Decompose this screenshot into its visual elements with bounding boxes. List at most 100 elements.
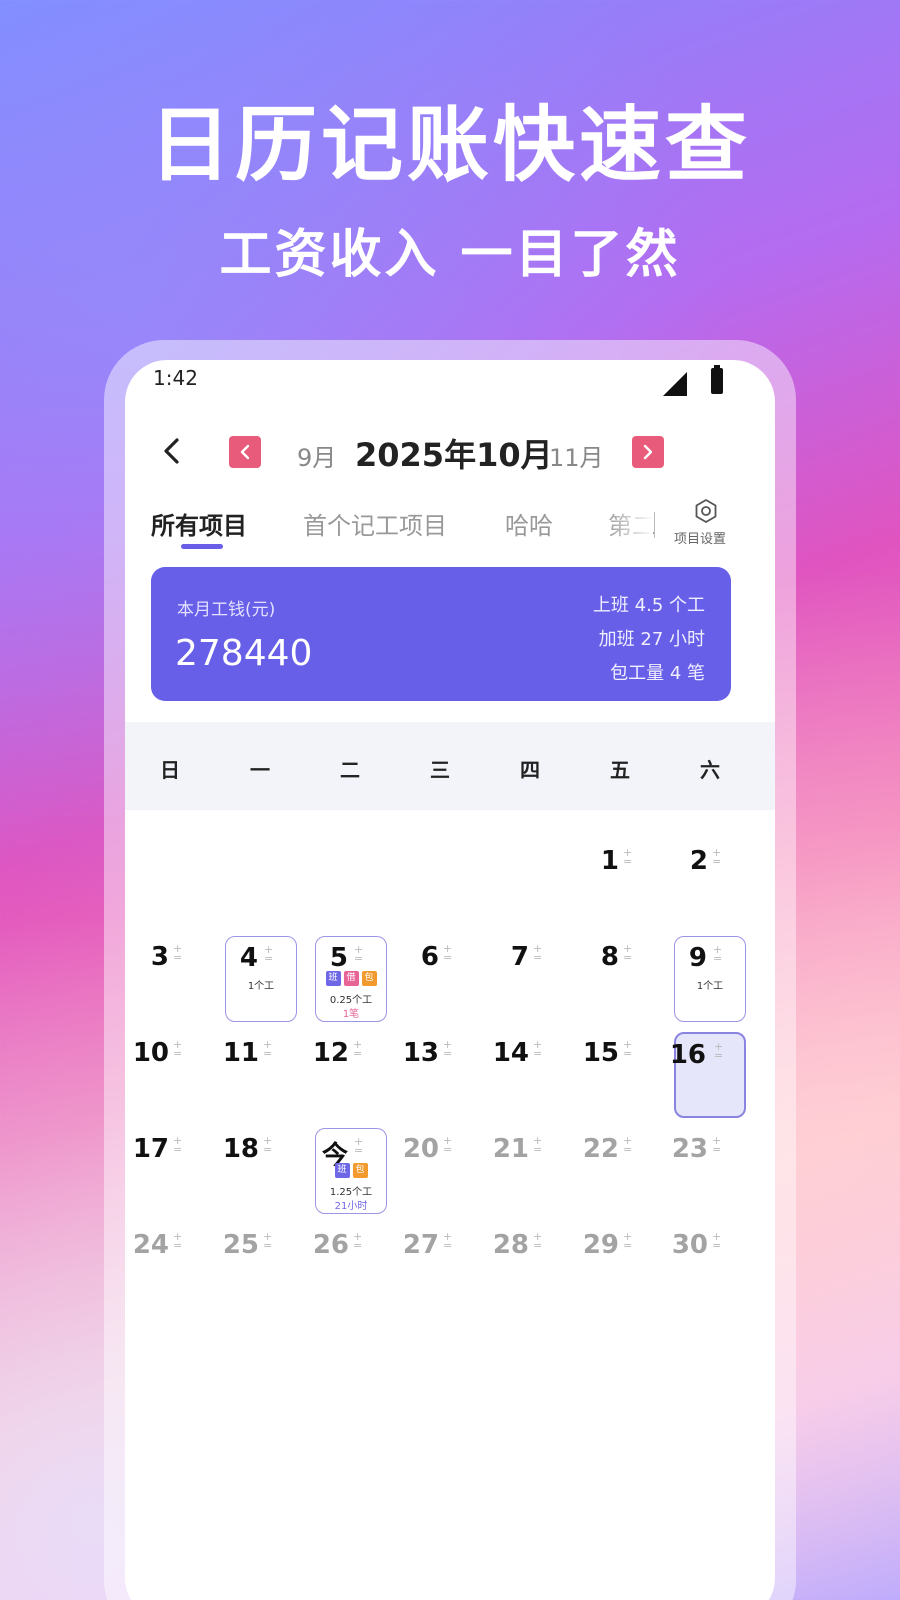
day-number: 12 <box>312 1038 349 1068</box>
tab-all-projects[interactable]: 所有项目 <box>151 506 247 541</box>
prev-month-button[interactable] <box>229 436 261 468</box>
day-number: 13 <box>402 1038 439 1068</box>
tab-divider <box>654 512 655 538</box>
chevron-right-icon <box>643 444 653 460</box>
tab-first-project[interactable]: 首个记工项目 <box>303 506 447 541</box>
calendar-day-3[interactable]: 3 + = <box>135 936 207 1022</box>
signal-icon <box>663 372 687 396</box>
day-marks-icon: + = <box>712 1134 722 1156</box>
calendar-day-1[interactable]: 1 + = <box>585 840 657 926</box>
calendar-day-20[interactable]: 20 + = <box>402 1128 477 1214</box>
day-number: 26 <box>312 1230 349 1260</box>
day-marks-icon: + = <box>623 846 633 868</box>
day-marks-icon: + = <box>533 942 543 964</box>
day-marks-icon: + = <box>173 942 183 964</box>
promo-headline: 日历记账快速查 <box>148 98 751 193</box>
calendar-day-29[interactable]: 29 + = <box>582 1224 657 1310</box>
day-marks-icon: + = <box>443 942 453 964</box>
calendar-day-7[interactable]: 7 + = <box>495 936 567 1022</box>
day-note: 1个工 <box>696 981 724 992</box>
day-number: 23 <box>671 1134 708 1164</box>
day-note: 1笔 <box>342 1009 360 1020</box>
calendar-day-10[interactable]: 10 + = <box>132 1032 207 1118</box>
calendar-day-16[interactable]: 16 + = <box>670 1032 746 1118</box>
day-tag: 班 <box>334 1163 350 1178</box>
promo-subline: 工资收入 一目了然 <box>219 225 681 285</box>
day-tag: 借 <box>343 971 359 986</box>
day-number: 3 <box>150 942 169 972</box>
calendar-day-17[interactable]: 17 + = <box>132 1128 207 1214</box>
calendar-day-15[interactable]: 15 + = <box>583 1032 657 1118</box>
day-number: 1 <box>600 846 619 876</box>
day-marks-icon: + = <box>443 1134 453 1156</box>
day-marks-icon: + = <box>623 1230 633 1252</box>
calendar-day-13[interactable]: 13 + = <box>402 1032 477 1118</box>
calendar-day-8[interactable]: 8 + = <box>585 936 657 1022</box>
calendar-day-27[interactable]: 27 + = <box>402 1224 477 1310</box>
day-note: 0.25个工 <box>329 995 373 1006</box>
status-bar: 1:42 <box>125 360 775 404</box>
day-tag: 包 <box>361 971 377 986</box>
calendar-day-22[interactable]: 22 + = <box>583 1128 657 1214</box>
day-marks-icon: + = <box>173 1038 183 1060</box>
day-tags: 班包 <box>316 1163 386 1178</box>
day-number: 27 <box>402 1230 439 1260</box>
calendar-day-4[interactable]: 4 + = 1个工 <box>225 936 297 1022</box>
day-number: 29 <box>582 1230 619 1260</box>
next-month-button[interactable] <box>632 436 664 468</box>
phone-screen: 1:42 9月 2025年10月 11月 所有项目 首个记工项目 哈哈 第二 <box>125 360 775 1600</box>
day-number: 16 <box>669 1040 706 1070</box>
day-number: 17 <box>132 1134 169 1164</box>
calendar-day-23[interactable]: 23 + = <box>671 1128 746 1214</box>
calendar-day-11[interactable]: 11 + = <box>223 1032 297 1118</box>
weekday-header: 日 一 二 三 四 五 六 <box>125 722 775 810</box>
calendar-day-30[interactable]: 30 + = <box>672 1224 746 1310</box>
weekday-thu: 四 <box>520 758 540 782</box>
day-number: 20 <box>402 1134 439 1164</box>
current-month-title[interactable]: 2025年10月 <box>355 430 553 476</box>
day-marks-icon: + = <box>623 1038 633 1060</box>
day-marks-icon: + = <box>533 1230 543 1252</box>
status-time: 1:42 <box>153 366 198 390</box>
day-number: 9 <box>688 943 707 973</box>
day-marks-icon: + = <box>173 1134 183 1156</box>
gear-icon[interactable] <box>693 498 719 524</box>
day-marks-icon: + = <box>354 1135 364 1157</box>
monthly-summary-card[interactable]: 本月工钱(元) 278440 上班 4.5 个工 加班 27 小时 包工量 4 … <box>151 567 731 701</box>
calendar-day-25[interactable]: 25 + = <box>223 1224 297 1310</box>
calendar-day-today[interactable]: 今 + = 班包 1.25个工 21小时 <box>315 1128 387 1214</box>
day-marks-icon: + = <box>443 1038 453 1060</box>
day-tags: 班借包 <box>316 971 386 986</box>
summary-label: 本月工钱(元) <box>177 600 276 620</box>
day-marks-icon: + = <box>354 943 364 965</box>
calendar-day-18[interactable]: 18 + = <box>223 1128 297 1214</box>
calendar-day-2[interactable]: 2 + = <box>674 840 746 926</box>
calendar-day-26[interactable]: 26 + = <box>312 1224 387 1310</box>
calendar-day-9[interactable]: 9 + = 1个工 <box>674 936 746 1022</box>
prev-month-label[interactable]: 9月 <box>297 438 336 473</box>
day-marks-icon: + = <box>714 1040 724 1062</box>
day-number: 2 <box>689 846 708 876</box>
day-marks-icon: + = <box>173 1230 183 1252</box>
back-arrow-icon[interactable] <box>159 436 185 466</box>
calendar-day-21[interactable]: 21 + = <box>493 1128 567 1214</box>
calendar-day-6[interactable]: 6 + = <box>405 936 477 1022</box>
day-number: 6 <box>420 942 439 972</box>
tab-haha[interactable]: 哈哈 <box>505 506 553 541</box>
day-number: 24 <box>132 1230 169 1260</box>
day-note: 21小时 <box>334 1201 368 1212</box>
calendar-day-12[interactable]: 12 + = <box>312 1032 387 1118</box>
next-month-label[interactable]: 11月 <box>549 438 604 473</box>
project-settings-label[interactable]: 项目设置 <box>674 528 726 547</box>
calendar-day-24[interactable]: 24 + = <box>132 1224 207 1310</box>
calendar-day-14[interactable]: 14 + = <box>492 1032 567 1118</box>
calendar-day-28[interactable]: 28 + = <box>493 1224 567 1310</box>
day-number: 8 <box>600 942 619 972</box>
day-number: 4 <box>239 943 258 973</box>
tab-fade <box>605 498 653 544</box>
day-number: 10 <box>132 1038 169 1068</box>
calendar-day-5[interactable]: 5 + = 班借包 0.25个工 1笔 <box>315 936 387 1022</box>
day-number: 14 <box>492 1038 529 1068</box>
day-marks-icon: + = <box>712 1230 722 1252</box>
weekday-wed: 三 <box>430 758 450 782</box>
